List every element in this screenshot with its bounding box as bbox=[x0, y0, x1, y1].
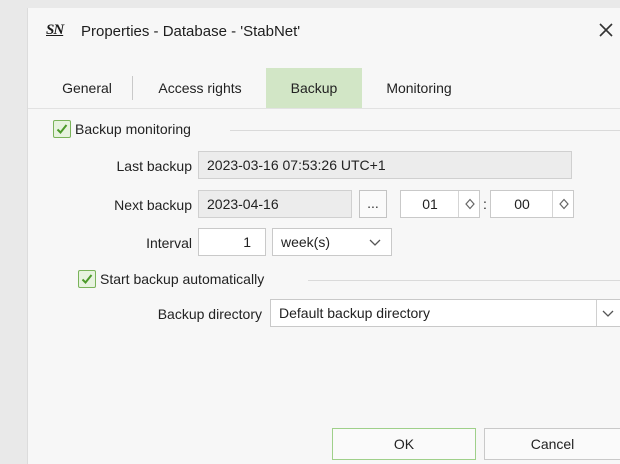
minute-value: 00 bbox=[514, 196, 530, 212]
app-logo: SN bbox=[46, 22, 64, 38]
tab-monitoring[interactable]: Monitoring bbox=[366, 68, 472, 108]
next-backup-date-field[interactable]: 2023-04-16 bbox=[198, 190, 352, 218]
hour-spinner[interactable]: 01 bbox=[400, 190, 480, 218]
tab-backup[interactable]: Backup bbox=[266, 68, 362, 108]
chevron-down-icon bbox=[602, 310, 614, 317]
last-backup-field: 2023-03-16 07:53:26 UTC+1 bbox=[198, 151, 572, 179]
interval-value-field[interactable]: 1 bbox=[198, 228, 266, 256]
backup-directory-value: Default backup directory bbox=[279, 305, 430, 321]
last-backup-label: Last backup bbox=[116, 158, 193, 174]
close-icon bbox=[599, 23, 613, 37]
dropdown-divider bbox=[596, 300, 597, 326]
tab-access-rights[interactable]: Access rights bbox=[136, 68, 264, 108]
next-backup-label: Next backup bbox=[114, 197, 192, 213]
title-bar: SN Properties - Database - 'StabNet' bbox=[28, 8, 620, 56]
date-picker-button[interactable]: ... bbox=[359, 190, 387, 218]
tab-divider bbox=[132, 76, 133, 100]
interval-unit-select[interactable]: week(s) bbox=[272, 228, 392, 256]
chevron-down-icon bbox=[369, 239, 381, 246]
interval-unit-value: week(s) bbox=[281, 234, 331, 250]
checkmark-icon bbox=[56, 124, 68, 134]
properties-dialog: SN Properties - Database - 'StabNet' Gen… bbox=[27, 8, 620, 464]
tab-underline bbox=[28, 108, 620, 109]
window-title: Properties - Database - 'StabNet' bbox=[81, 23, 301, 40]
minute-stepper[interactable] bbox=[552, 191, 575, 217]
interval-label: Interval bbox=[146, 235, 192, 251]
close-button[interactable] bbox=[594, 18, 618, 42]
start-auto-label: Start backup automatically bbox=[100, 271, 265, 287]
minute-spinner[interactable]: 00 bbox=[490, 190, 574, 218]
hour-value: 01 bbox=[422, 196, 438, 212]
time-separator: : bbox=[483, 196, 487, 212]
tab-general[interactable]: General bbox=[44, 68, 130, 108]
cancel-button[interactable]: Cancel bbox=[484, 428, 620, 460]
backup-directory-label: Backup directory bbox=[157, 306, 262, 322]
group-divider bbox=[308, 280, 620, 281]
start-auto-checkbox[interactable] bbox=[78, 270, 96, 288]
backup-monitoring-label: Backup monitoring bbox=[75, 121, 191, 137]
checkmark-icon bbox=[81, 274, 93, 284]
ok-button[interactable]: OK bbox=[332, 428, 476, 460]
up-down-icon bbox=[465, 198, 475, 210]
backup-monitoring-checkbox[interactable] bbox=[53, 120, 71, 138]
backup-directory-select[interactable]: Default backup directory bbox=[270, 299, 620, 327]
hour-stepper[interactable] bbox=[458, 191, 481, 217]
group-divider bbox=[230, 130, 620, 131]
up-down-icon bbox=[559, 198, 569, 210]
